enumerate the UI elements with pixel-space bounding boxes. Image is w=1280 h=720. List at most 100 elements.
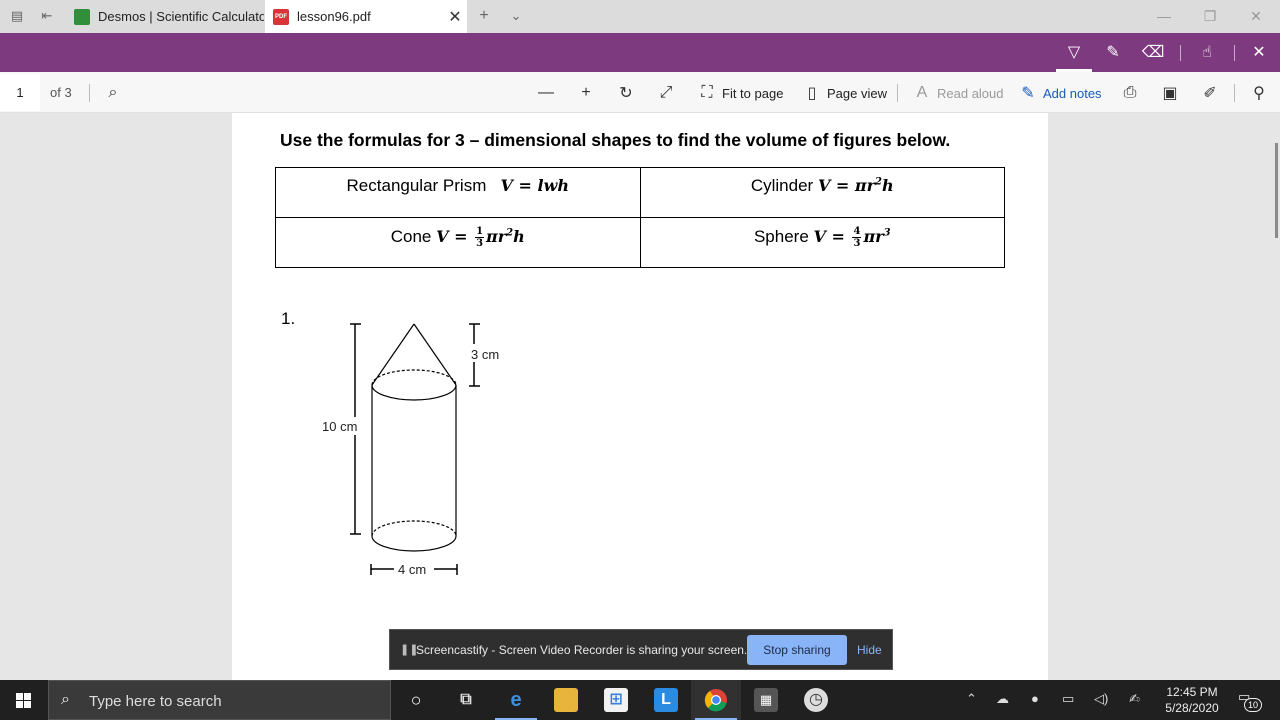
fit-page-icon: ⛶ (701, 84, 713, 101)
tab-label: lesson96.pdf (297, 9, 371, 24)
screen-sharing-notice: ❚❚ Screencastify - Screen Video Recorder… (389, 629, 893, 670)
read-aloud-icon: A (916, 84, 928, 101)
pin-toolbar-button[interactable]: ⚲ (1248, 82, 1274, 104)
tab-list-chevron-down-icon[interactable]: ⌄ (508, 8, 524, 24)
store-button[interactable]: ⊞ (591, 680, 641, 720)
cone-label: Cone (390, 227, 432, 246)
page-view-button[interactable]: ▯ Page view (801, 82, 887, 104)
toolbar-divider (89, 84, 90, 102)
cone-height-label: 3 cm (471, 347, 499, 362)
minus-icon: — (538, 84, 554, 101)
sphere-cell: Sphere V = 4 3 πr3 (639, 217, 1006, 268)
taskbar-search-box[interactable]: ⌕ Type here to search (48, 680, 391, 720)
volume-icon[interactable]: ◁) (1094, 691, 1108, 707)
new-tab-icon[interactable]: + (476, 8, 492, 24)
total-height-label: 10 cm (322, 419, 357, 434)
tab-actions-icon[interactable]: ▤ (9, 8, 25, 24)
alarm-clock-icon: ◷ (804, 688, 828, 712)
cylinder-cell: Cylinder V = πr2h (639, 167, 1006, 218)
print-button[interactable]: ⎙ (1119, 82, 1145, 104)
l-app-icon: L (654, 688, 678, 712)
zoom-out-button[interactable]: — (535, 82, 561, 104)
add-notes-button[interactable]: ✎ Add notes (1017, 82, 1102, 104)
folder-icon (554, 688, 578, 712)
task-view-button[interactable]: ⧉ (441, 680, 491, 720)
pen-workspace-icon[interactable]: ✍ (1129, 691, 1140, 707)
cone-formula: V = 1 3 πr2h (436, 226, 525, 249)
save-as-button[interactable]: ✐ (1199, 82, 1225, 104)
file-explorer-button[interactable] (541, 680, 591, 720)
draw-pen-icon[interactable]: ▽ (1062, 41, 1086, 65)
sharing-message: Screencastify - Screen Video Recorder is… (416, 643, 748, 657)
highlight-icon[interactable]: ✎ (1101, 41, 1125, 65)
search-icon: ⌕ (108, 84, 118, 101)
read-aloud-button[interactable]: A Read aloud (911, 82, 1004, 104)
rotate-button[interactable]: ↻ (615, 82, 641, 104)
expand-icon: ⤢ (659, 84, 673, 101)
tab-lesson96-pdf[interactable]: PDF lesson96.pdf ✕ (265, 0, 467, 33)
cylinder-formula: V = πr2h (817, 176, 894, 195)
unpin-icon: ⚲ (1253, 85, 1265, 102)
microphone-icon[interactable]: ● (1031, 691, 1039, 706)
system-clock[interactable]: 12:45 PM 5/28/2020 (1160, 684, 1224, 716)
notification-count-badge: 10 (1244, 698, 1262, 712)
save-as-icon: ✐ (1203, 85, 1217, 102)
rectangular-prism-cell: Rectangular Prism V = lwh (275, 167, 641, 218)
cortana-circle-icon: ○ (410, 690, 422, 710)
cortana-button[interactable]: ○ (391, 680, 441, 720)
cylinder-cone-figure: 10 cm 3 cm 4 cm (320, 323, 506, 578)
sphere-formula: V = 4 3 πr3 (813, 226, 891, 249)
page-number-input[interactable]: 1 (0, 74, 40, 111)
start-button[interactable] (0, 680, 48, 720)
touch-writing-icon[interactable]: ☝ (1195, 41, 1219, 65)
chrome-taskbar-button[interactable] (691, 680, 741, 720)
close-window-icon[interactable]: ✕ (1246, 6, 1266, 26)
zoom-in-button[interactable]: + (575, 82, 601, 104)
eraser-icon[interactable]: ⌫ (1141, 41, 1165, 65)
search-placeholder: Type here to search (89, 693, 222, 710)
fit-to-page-button[interactable]: ⛶ Fit to page (696, 82, 783, 104)
close-ink-toolbar-icon[interactable]: ✕ (1247, 41, 1271, 65)
stop-sharing-button[interactable]: Stop sharing (747, 635, 847, 665)
read-aloud-label: Read aloud (937, 85, 1004, 101)
l-app-button[interactable]: L (641, 680, 691, 720)
sphere-label: Sphere (753, 227, 809, 246)
chrome-icon (704, 689, 727, 712)
battery-icon[interactable]: ▭ (1062, 691, 1074, 707)
minimize-window-icon[interactable]: — (1154, 6, 1174, 26)
task-view-icon: ⧉ (460, 691, 472, 708)
fullscreen-button[interactable]: ⤢ (655, 82, 681, 104)
tab-label: Desmos | Scientific Calculator (98, 9, 264, 24)
tab-desmos[interactable]: Desmos | Scientific Calculator (66, 0, 264, 33)
set-tabs-aside-icon[interactable]: ⇤ (39, 8, 55, 24)
pdf-icon: PDF (273, 8, 289, 25)
add-notes-label: Add notes (1043, 85, 1102, 101)
toolbar-divider (1180, 45, 1181, 61)
page-view-icon: ▯ (807, 85, 817, 102)
calculator-button[interactable]: ▦ (741, 680, 791, 720)
page-view-label: Page view (827, 85, 887, 101)
hide-notice-link[interactable]: Hide (857, 643, 882, 657)
clock-app-button[interactable]: ◷ (791, 680, 841, 720)
cylinder-label: Cylinder (750, 176, 814, 195)
edge-icon: e (510, 689, 522, 711)
rectangular-prism-label: Rectangular Prism (346, 176, 487, 195)
close-tab-icon[interactable]: ✕ (443, 7, 467, 27)
diameter-label: 4 cm (398, 562, 426, 577)
find-button[interactable]: ⌕ (102, 82, 128, 104)
save-button[interactable]: ▣ (1159, 82, 1185, 104)
edge-taskbar-button[interactable]: e (491, 680, 541, 720)
cone-cell: Cone V = 1 3 πr2h (275, 217, 641, 268)
worksheet-heading: Use the formulas for 3 – dimensional sha… (280, 130, 951, 150)
onedrive-cloud-icon[interactable]: ☁ (996, 691, 1009, 707)
page-count: of 3 (50, 85, 72, 100)
search-icon: ⌕ (61, 691, 70, 708)
ink-toolbar: ▽ ✎ ⌫ ☝ ✕ (0, 33, 1280, 72)
restore-window-icon[interactable]: ❐ (1200, 6, 1220, 26)
windows-taskbar: ⌕ Type here to search ○ ⧉ e ⊞ L ▦ ◷ ⌃ ☁ … (0, 680, 1280, 720)
fit-to-page-label: Fit to page (722, 85, 784, 101)
vertical-scrollbar[interactable] (1275, 143, 1278, 238)
question-number: 1. (281, 309, 296, 328)
print-icon: ⎙ (1123, 84, 1137, 101)
show-hidden-icons-chevron-up-icon[interactable]: ⌃ (966, 691, 977, 707)
